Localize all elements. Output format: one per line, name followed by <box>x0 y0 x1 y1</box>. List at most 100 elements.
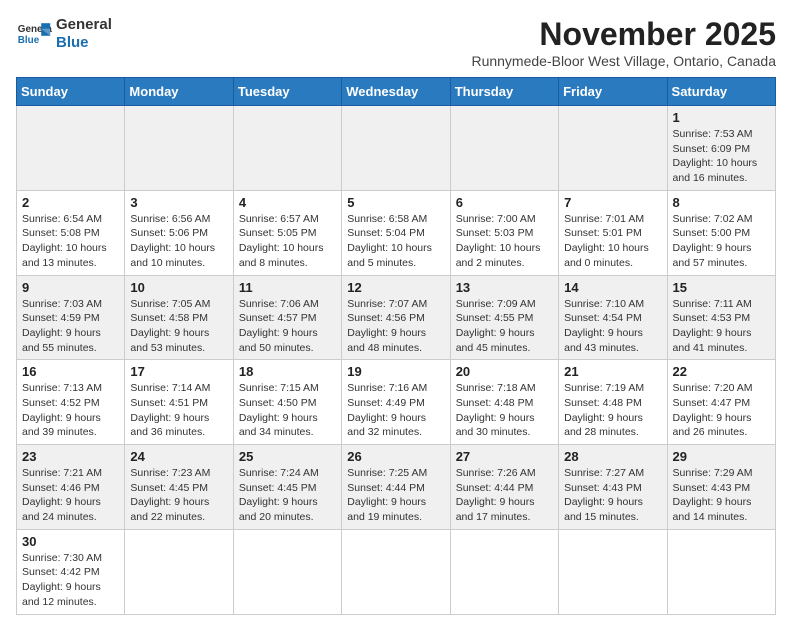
calendar-cell: 13 Sunrise: 7:09 AM Sunset: 4:55 PM Dayli… <box>450 275 558 360</box>
calendar-cell: 17 Sunrise: 7:14 AM Sunset: 4:51 PM Dayli… <box>125 360 233 445</box>
calendar-cell: 12Sunrise: 7:07 AM Sunset: 4:56 PM Dayli… <box>342 275 450 360</box>
day-number: 22 <box>673 364 770 379</box>
logo-blue-text: Blue <box>56 34 112 52</box>
day-info: Sunrise: 6:57 AM Sunset: 5:05 PM Dayligh… <box>239 212 336 271</box>
day-info: Sunrise: 7:24 AM Sunset: 4:45 PM Dayligh… <box>239 466 336 525</box>
calendar-cell <box>342 529 450 614</box>
weekday-header-wednesday: Wednesday <box>342 78 450 106</box>
calendar-cell: 16 Sunrise: 7:13 AM Sunset: 4:52 PM Dayli… <box>17 360 125 445</box>
day-number: 8 <box>673 195 770 210</box>
day-info: Sunrise: 7:03 AM Sunset: 4:59 PM Dayligh… <box>22 297 119 356</box>
weekday-header-tuesday: Tuesday <box>233 78 341 106</box>
weekday-header-sunday: Sunday <box>17 78 125 106</box>
day-number: 7 <box>564 195 661 210</box>
calendar-cell: 15Sunrise: 7:11 AM Sunset: 4:53 PM Dayli… <box>667 275 775 360</box>
calendar-cell <box>125 106 233 191</box>
day-number: 10 <box>130 280 227 295</box>
day-info: Sunrise: 7:18 AM Sunset: 4:48 PM Dayligh… <box>456 381 553 440</box>
calendar-cell <box>342 106 450 191</box>
weekday-header-row: SundayMondayTuesdayWednesdayThursdayFrid… <box>17 78 776 106</box>
day-number: 19 <box>347 364 444 379</box>
calendar-cell: 18 Sunrise: 7:15 AM Sunset: 4:50 PM Dayli… <box>233 360 341 445</box>
calendar-cell: 28Sunrise: 7:27 AM Sunset: 4:43 PM Dayli… <box>559 445 667 530</box>
day-info: Sunrise: 6:58 AM Sunset: 5:04 PM Dayligh… <box>347 212 444 271</box>
calendar-cell: 4Sunrise: 6:57 AM Sunset: 5:05 PM Daylig… <box>233 190 341 275</box>
calendar-cell: 9 Sunrise: 7:03 AM Sunset: 4:59 PM Daylig… <box>17 275 125 360</box>
day-info: Sunrise: 7:16 AM Sunset: 4:49 PM Dayligh… <box>347 381 444 440</box>
calendar-cell: 3Sunrise: 6:56 AM Sunset: 5:06 PM Daylig… <box>125 190 233 275</box>
calendar-cell: 23 Sunrise: 7:21 AM Sunset: 4:46 PM Dayli… <box>17 445 125 530</box>
day-info: Sunrise: 7:05 AM Sunset: 4:58 PM Dayligh… <box>130 297 227 356</box>
day-info: Sunrise: 7:13 AM Sunset: 4:52 PM Dayligh… <box>22 381 119 440</box>
calendar-cell <box>667 529 775 614</box>
calendar-week-row: 1Sunrise: 7:53 AM Sunset: 6:09 PM Daylig… <box>17 106 776 191</box>
day-number: 2 <box>22 195 119 210</box>
calendar-cell: 7Sunrise: 7:01 AM Sunset: 5:01 PM Daylig… <box>559 190 667 275</box>
calendar-cell: 1Sunrise: 7:53 AM Sunset: 6:09 PM Daylig… <box>667 106 775 191</box>
calendar-cell <box>559 529 667 614</box>
weekday-header-monday: Monday <box>125 78 233 106</box>
calendar-cell: 19 Sunrise: 7:16 AM Sunset: 4:49 PM Dayli… <box>342 360 450 445</box>
calendar-cell: 14 Sunrise: 7:10 AM Sunset: 4:54 PM Dayli… <box>559 275 667 360</box>
day-info: Sunrise: 7:21 AM Sunset: 4:46 PM Dayligh… <box>22 466 119 525</box>
month-title: November 2025 <box>471 16 776 53</box>
calendar-cell: 30 Sunrise: 7:30 AM Sunset: 4:42 PM Dayli… <box>17 529 125 614</box>
day-number: 18 <box>239 364 336 379</box>
day-number: 9 <box>22 280 119 295</box>
day-info: Sunrise: 7:23 AM Sunset: 4:45 PM Dayligh… <box>130 466 227 525</box>
calendar-cell: 22Sunrise: 7:20 AM Sunset: 4:47 PM Dayli… <box>667 360 775 445</box>
day-info: Sunrise: 7:06 AM Sunset: 4:57 PM Dayligh… <box>239 297 336 356</box>
calendar-cell <box>559 106 667 191</box>
day-number: 6 <box>456 195 553 210</box>
day-info: Sunrise: 7:11 AM Sunset: 4:53 PM Dayligh… <box>673 297 770 356</box>
header: General Blue General Blue November 2025 … <box>16 16 776 69</box>
weekday-header-thursday: Thursday <box>450 78 558 106</box>
day-number: 21 <box>564 364 661 379</box>
day-info: Sunrise: 7:25 AM Sunset: 4:44 PM Dayligh… <box>347 466 444 525</box>
calendar-cell <box>450 529 558 614</box>
day-info: Sunrise: 7:02 AM Sunset: 5:00 PM Dayligh… <box>673 212 770 271</box>
day-number: 25 <box>239 449 336 464</box>
day-number: 17 <box>130 364 227 379</box>
day-info: Sunrise: 7:00 AM Sunset: 5:03 PM Dayligh… <box>456 212 553 271</box>
day-number: 11 <box>239 280 336 295</box>
calendar-table: SundayMondayTuesdayWednesdayThursdayFrid… <box>16 77 776 615</box>
day-info: Sunrise: 7:26 AM Sunset: 4:44 PM Dayligh… <box>456 466 553 525</box>
day-info: Sunrise: 7:29 AM Sunset: 4:43 PM Dayligh… <box>673 466 770 525</box>
day-number: 30 <box>22 534 119 549</box>
calendar-cell: 5Sunrise: 6:58 AM Sunset: 5:04 PM Daylig… <box>342 190 450 275</box>
weekday-header-saturday: Saturday <box>667 78 775 106</box>
day-number: 27 <box>456 449 553 464</box>
calendar-week-row: 30 Sunrise: 7:30 AM Sunset: 4:42 PM Dayli… <box>17 529 776 614</box>
calendar-cell: 24Sunrise: 7:23 AM Sunset: 4:45 PM Dayli… <box>125 445 233 530</box>
day-info: Sunrise: 7:19 AM Sunset: 4:48 PM Dayligh… <box>564 381 661 440</box>
calendar-cell: 26 Sunrise: 7:25 AM Sunset: 4:44 PM Dayli… <box>342 445 450 530</box>
day-number: 26 <box>347 449 444 464</box>
day-info: Sunrise: 6:54 AM Sunset: 5:08 PM Dayligh… <box>22 212 119 271</box>
day-info: Sunrise: 7:30 AM Sunset: 4:42 PM Dayligh… <box>22 551 119 610</box>
day-number: 29 <box>673 449 770 464</box>
day-info: Sunrise: 7:10 AM Sunset: 4:54 PM Dayligh… <box>564 297 661 356</box>
day-info: Sunrise: 7:09 AM Sunset: 4:55 PM Dayligh… <box>456 297 553 356</box>
day-info: Sunrise: 7:07 AM Sunset: 4:56 PM Dayligh… <box>347 297 444 356</box>
day-number: 1 <box>673 110 770 125</box>
logo-icon: General Blue <box>16 16 52 52</box>
weekday-header-friday: Friday <box>559 78 667 106</box>
day-info: Sunrise: 7:27 AM Sunset: 4:43 PM Dayligh… <box>564 466 661 525</box>
day-number: 23 <box>22 449 119 464</box>
day-info: Sunrise: 7:14 AM Sunset: 4:51 PM Dayligh… <box>130 381 227 440</box>
svg-text:Blue: Blue <box>18 35 40 46</box>
day-number: 16 <box>22 364 119 379</box>
calendar-cell: 29 Sunrise: 7:29 AM Sunset: 4:43 PM Dayli… <box>667 445 775 530</box>
day-info: Sunrise: 6:56 AM Sunset: 5:06 PM Dayligh… <box>130 212 227 271</box>
day-info: Sunrise: 7:15 AM Sunset: 4:50 PM Dayligh… <box>239 381 336 440</box>
calendar-cell <box>125 529 233 614</box>
day-number: 20 <box>456 364 553 379</box>
calendar-cell: 8 Sunrise: 7:02 AM Sunset: 5:00 PM Daylig… <box>667 190 775 275</box>
day-number: 13 <box>456 280 553 295</box>
calendar-cell <box>450 106 558 191</box>
calendar-cell: 6 Sunrise: 7:00 AM Sunset: 5:03 PM Daylig… <box>450 190 558 275</box>
calendar-cell: 20 Sunrise: 7:18 AM Sunset: 4:48 PM Dayli… <box>450 360 558 445</box>
day-number: 14 <box>564 280 661 295</box>
location-subtitle: Runnymede-Bloor West Village, Ontario, C… <box>471 53 776 69</box>
